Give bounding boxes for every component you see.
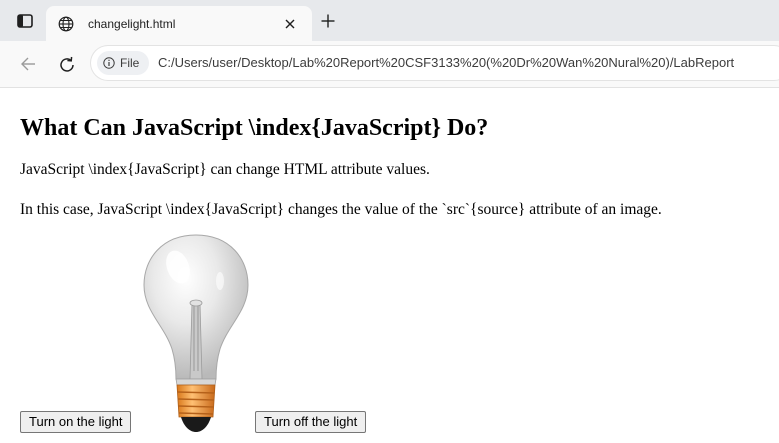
plus-icon[interactable] — [320, 13, 336, 29]
tab-changelight[interactable]: changelight.html — [46, 6, 312, 41]
turn-off-light-button[interactable]: Turn off the light — [255, 411, 367, 433]
intro-paragraph: JavaScript \index{JavaScript} can change… — [20, 161, 430, 178]
browser-window: changelight.html File C:/Users/user/Desk… — [0, 0, 779, 443]
reload-icon[interactable] — [58, 56, 76, 74]
back-arrow-icon[interactable] — [20, 56, 36, 72]
tab-title: changelight.html — [88, 17, 176, 31]
tab-actions-icon[interactable] — [17, 14, 33, 28]
page-content: What Can JavaScript \index{JavaScript} D… — [0, 88, 779, 443]
info-icon — [103, 57, 115, 69]
turn-on-light-button[interactable]: Turn on the light — [20, 411, 132, 433]
light-bulb-image — [143, 234, 249, 432]
close-icon[interactable] — [283, 17, 297, 31]
address-bar[interactable]: File C:/Users/user/Desktop/Lab%20Report%… — [91, 46, 779, 80]
navigation-toolbar: File C:/Users/user/Desktop/Lab%20Report%… — [0, 41, 779, 87]
site-info-label: File — [120, 56, 140, 70]
url-text[interactable]: C:/Users/user/Desktop/Lab%20Report%20CSF… — [158, 55, 734, 71]
tab-strip: changelight.html — [0, 0, 779, 41]
globe-icon — [58, 16, 74, 32]
site-info-chip[interactable]: File — [97, 51, 150, 75]
page-title: What Can JavaScript \index{JavaScript} D… — [20, 115, 489, 141]
description-paragraph: In this case, JavaScript \index{JavaScri… — [20, 201, 662, 218]
